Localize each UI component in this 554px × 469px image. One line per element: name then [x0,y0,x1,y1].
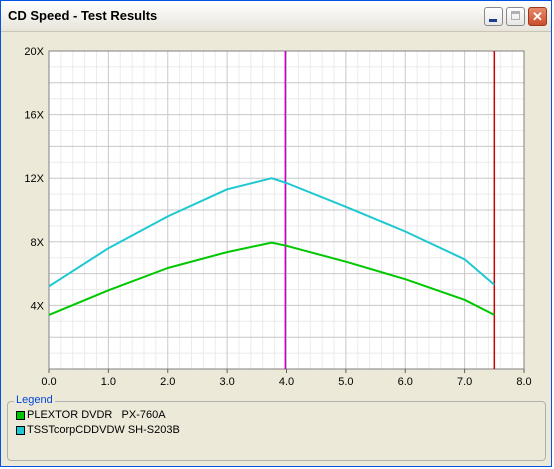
x-tick-label: 0.0 [41,376,56,388]
x-tick-label: 7.0 [457,376,472,388]
speed-chart: 0.0 1.0 2.0 3.0 4.0 5.0 6.0 7.0 8.0 20X 16X 12X 8X 4X [24,46,531,388]
legend-swatch [16,426,25,435]
legend-item: PLEXTOR DVDR PX-760A [16,409,166,423]
legend-swatch [16,411,25,420]
y-tick-label: 20X [24,46,44,58]
x-tick-label: 8.0 [516,376,531,388]
legend-label: TSSTcorpCDDVDW SH-S203B [27,424,180,436]
y-tick-label: 4X [31,300,45,312]
x-tick-label: 6.0 [398,376,413,388]
x-tick-label: 5.0 [338,376,353,388]
x-tick-label: 2.0 [160,376,175,388]
legend-title: Legend [14,394,55,406]
x-tick-label: 4.0 [279,376,294,388]
x-tick-label: 3.0 [219,376,234,388]
legend-label: PLEXTOR DVDR PX-760A [27,409,166,421]
y-tick-label: 8X [31,237,45,249]
legend-item: TSSTcorpCDDVDW SH-S203B [16,424,180,438]
test-results-window: CD Speed - Test Results ✕ 0.0 1.0 2.0 3.0 4.… [0,0,552,467]
legend-box: Legend PLEXTOR DVDR PX-760A TSSTcorpCDDV… [7,394,546,461]
y-tick-label: 16X [24,110,44,122]
y-tick-label: 12X [24,173,44,185]
x-tick-label: 1.0 [101,376,116,388]
